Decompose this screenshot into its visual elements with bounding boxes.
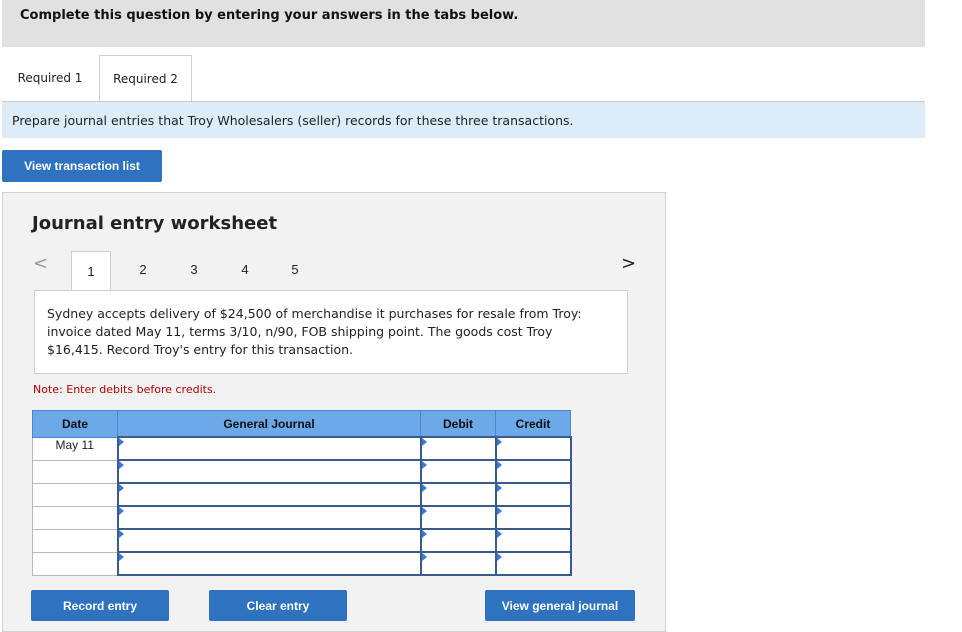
flag-icon (496, 438, 502, 446)
credit-input[interactable] (494, 528, 572, 553)
view-general-journal-button[interactable]: View general journal (485, 590, 635, 621)
date-cell[interactable] (32, 551, 118, 576)
flag-icon (421, 484, 427, 492)
debit-input[interactable] (419, 551, 497, 576)
credit-input[interactable] (494, 551, 572, 576)
flag-icon (421, 461, 427, 469)
account-input[interactable] (116, 505, 422, 530)
header-title: Complete this question by entering your … (20, 8, 519, 23)
credit-input[interactable] (494, 505, 572, 530)
table-row (32, 505, 572, 530)
journal-entry-worksheet: Journal entry worksheet < 1 2 3 4 5 > Sy… (2, 192, 666, 632)
flag-icon (118, 484, 124, 492)
date-cell[interactable] (32, 505, 118, 530)
debit-input[interactable] (419, 459, 497, 484)
view-transaction-list-button[interactable]: View transaction list (2, 150, 162, 182)
flag-icon (496, 507, 502, 515)
debit-input[interactable] (419, 436, 497, 461)
credit-column-header: Credit (495, 410, 571, 438)
worksheet-title: Journal entry worksheet (32, 213, 278, 234)
table-row: May 11 (32, 436, 572, 461)
account-input[interactable] (116, 482, 422, 507)
table-row (32, 551, 572, 576)
credit-input[interactable] (494, 459, 572, 484)
clear-entry-button[interactable]: Clear entry (209, 590, 347, 621)
step-tab-3[interactable]: 3 (174, 251, 214, 287)
general-journal-column-header: General Journal (117, 410, 421, 438)
instructions-header: Complete this question by entering your … (2, 0, 925, 47)
debit-input[interactable] (419, 528, 497, 553)
chevron-right-icon[interactable]: > (621, 253, 636, 274)
step-tab-4[interactable]: 4 (225, 251, 265, 287)
tab-required-2[interactable]: Required 2 (99, 55, 192, 102)
account-input[interactable] (116, 528, 422, 553)
date-cell[interactable] (32, 482, 118, 507)
table-row (32, 459, 572, 484)
flag-icon (496, 484, 502, 492)
flag-icon (421, 530, 427, 538)
step-tab-1[interactable]: 1 (71, 251, 111, 291)
credit-input[interactable] (494, 482, 572, 507)
instruction-bar: Prepare journal entries that Troy Wholes… (2, 102, 925, 138)
flag-icon (496, 461, 502, 469)
account-input[interactable] (116, 436, 422, 461)
flag-icon (118, 461, 124, 469)
flag-icon (118, 553, 124, 561)
instruction-text: Prepare journal entries that Troy Wholes… (12, 113, 574, 128)
date-cell: May 11 (32, 436, 118, 461)
debit-column-header: Debit (420, 410, 496, 438)
debit-input[interactable] (419, 505, 497, 530)
transaction-description: Sydney accepts delivery of $24,500 of me… (47, 306, 582, 357)
transaction-description-box: Sydney accepts delivery of $24,500 of me… (34, 290, 628, 374)
flag-icon (421, 507, 427, 515)
tab-required-1[interactable]: Required 1 (4, 55, 96, 101)
account-input[interactable] (116, 459, 422, 484)
credit-input[interactable] (494, 436, 572, 461)
flag-icon (496, 553, 502, 561)
flag-icon (421, 553, 427, 561)
record-entry-button[interactable]: Record entry (31, 590, 169, 621)
flag-icon (421, 438, 427, 446)
flag-icon (118, 530, 124, 538)
table-row (32, 528, 572, 553)
date-cell[interactable] (32, 528, 118, 553)
flag-icon (118, 438, 124, 446)
table-row (32, 482, 572, 507)
account-input[interactable] (116, 551, 422, 576)
step-tab-5[interactable]: 5 (275, 251, 315, 287)
journal-table: Date General Journal Debit Credit May 11 (32, 410, 572, 576)
chevron-left-icon[interactable]: < (33, 253, 48, 274)
flag-icon (118, 507, 124, 515)
debit-credit-note: Note: Enter debits before credits. (33, 383, 217, 396)
date-cell[interactable] (32, 459, 118, 484)
debit-input[interactable] (419, 482, 497, 507)
step-tab-2[interactable]: 2 (123, 251, 163, 287)
flag-icon (496, 530, 502, 538)
date-column-header: Date (32, 410, 118, 438)
